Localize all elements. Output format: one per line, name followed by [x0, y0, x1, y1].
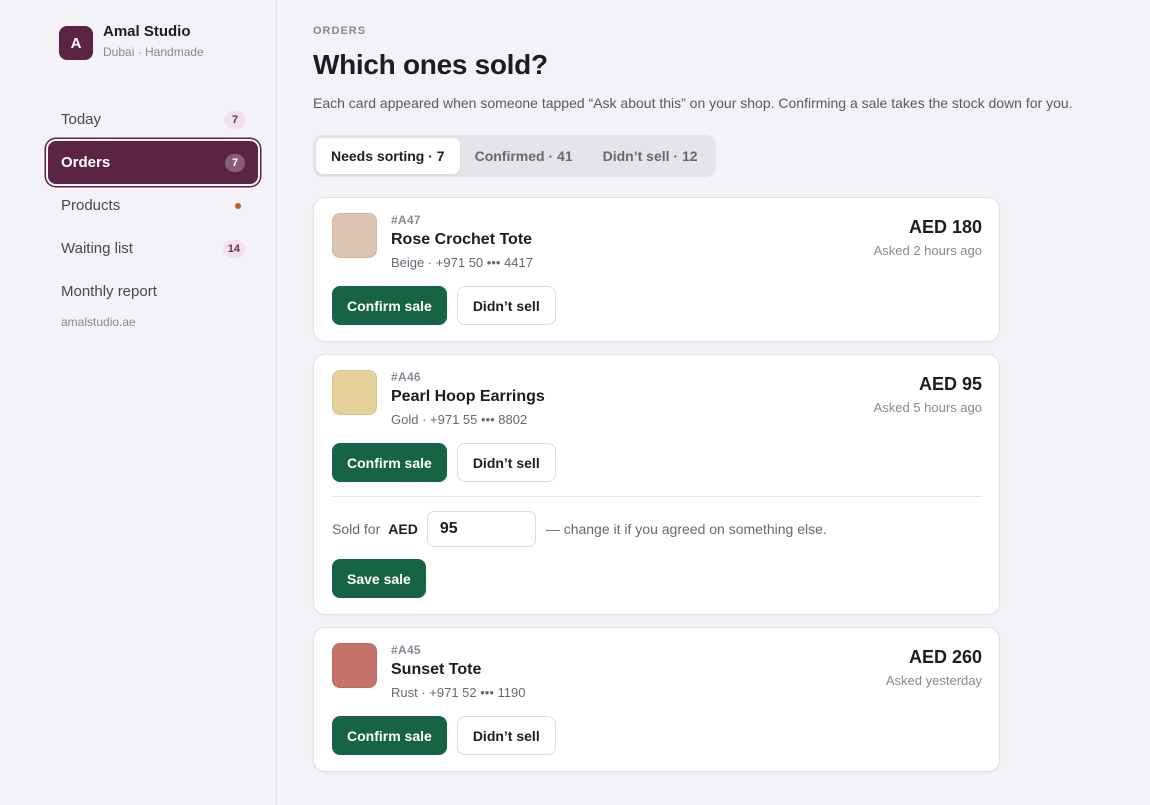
- sidebar-item-monthly-report[interactable]: Monthly report: [48, 270, 258, 313]
- order-price: AED 180: [908, 217, 982, 237]
- order-meta: Gold · +971 55 ••• 8802: [391, 412, 528, 427]
- notification-dot: [235, 202, 241, 209]
- order-list: #A47 Rose Crochet Tote Beige · +971 50 •…: [313, 197, 1000, 772]
- main-content: ORDERS Which ones sold? Each card appear…: [277, 0, 1150, 805]
- sidebar-item-label: Waiting list: [61, 240, 133, 257]
- order-price: AED 260: [908, 647, 982, 667]
- save-sale-button[interactable]: Save sale: [332, 559, 426, 598]
- currency-label: AED: [388, 521, 418, 537]
- product-name: Sunset Tote: [391, 661, 482, 678]
- tab-confirmed[interactable]: Confirmed · 41: [460, 138, 588, 174]
- product-swatch: [332, 370, 377, 415]
- sidebar-item-label: Products: [61, 197, 121, 214]
- tab-needs-sorting[interactable]: Needs sorting · 7: [316, 138, 460, 174]
- didnt-sell-button[interactable]: Didn’t sell: [456, 716, 556, 755]
- sale-price-row: Sold for AED — change it if you agreed o…: [332, 511, 982, 547]
- sidebar-item-waiting-list[interactable]: Waiting list 14: [48, 227, 258, 270]
- asked-time: Asked yesterday: [885, 673, 982, 688]
- order-id: #A45: [391, 643, 421, 657]
- page-intro: Each card appeared when someone tapped “…: [313, 95, 1073, 111]
- asked-time: Asked 5 hours ago: [873, 400, 982, 415]
- sidebar-item-label: Today: [61, 111, 102, 128]
- brand-name: Amal Studio: [103, 23, 191, 40]
- order-id: #A47: [391, 213, 421, 227]
- order-meta: Rust · +971 52 ••• 1190: [391, 685, 526, 700]
- sale-price-input[interactable]: [426, 511, 536, 547]
- page-eyebrow: ORDERS: [313, 25, 367, 37]
- sidebar: A Amal Studio Dubai · Handmade Today 7 O…: [0, 0, 277, 805]
- product-swatch: [332, 213, 377, 258]
- sidebar-item-today[interactable]: Today 7: [48, 98, 258, 141]
- brand: A Amal Studio Dubai · Handmade: [59, 23, 258, 60]
- brand-subtitle: Dubai · Handmade: [103, 45, 204, 59]
- sidebar-item-label: Monthly report: [61, 283, 157, 300]
- confirm-sale-button[interactable]: Confirm sale: [332, 443, 447, 482]
- confirm-sale-button[interactable]: Confirm sale: [332, 286, 447, 325]
- count-badge: 14: [222, 239, 245, 258]
- didnt-sell-button[interactable]: Didn’t sell: [456, 286, 556, 325]
- didnt-sell-button[interactable]: Didn’t sell: [456, 443, 556, 482]
- product-name: Rose Crochet Tote: [391, 231, 533, 248]
- sidebar-item-label: Orders: [61, 154, 111, 171]
- page-title: Which ones sold?: [313, 49, 548, 80]
- tab-didnt-sell[interactable]: Didn’t sell · 12: [588, 138, 713, 174]
- brand-logo: A: [59, 26, 93, 60]
- order-card: #A46 Pearl Hoop Earrings Gold · +971 55 …: [313, 354, 1000, 615]
- status-tabs: Needs sorting · 7 Confirmed · 41 Didn’t …: [313, 135, 716, 177]
- count-badge: 7: [225, 153, 245, 172]
- site-link[interactable]: amalstudio.ae: [48, 315, 258, 329]
- sold-for-label: Sold for: [332, 521, 381, 537]
- order-price: AED 95: [918, 374, 982, 394]
- order-id: #A46: [391, 370, 421, 384]
- product-name: Pearl Hoop Earrings: [391, 388, 545, 405]
- count-badge: 7: [225, 110, 245, 129]
- sidebar-item-products[interactable]: Products: [48, 184, 258, 227]
- divider: [332, 496, 982, 497]
- order-card: #A47 Rose Crochet Tote Beige · +971 50 •…: [313, 197, 1000, 342]
- sale-price-hint: — change it if you agreed on something e…: [545, 521, 827, 537]
- order-card: #A45 Sunset Tote Rust · +971 52 ••• 1190…: [313, 627, 1000, 772]
- sidebar-nav: Today 7 Orders 7 Products Waiting list 1…: [48, 98, 258, 329]
- asked-time: Asked 2 hours ago: [873, 243, 982, 258]
- sidebar-item-orders[interactable]: Orders 7: [48, 141, 258, 184]
- order-meta: Beige · +971 50 ••• 4417: [391, 255, 533, 270]
- confirm-sale-button[interactable]: Confirm sale: [332, 716, 447, 755]
- product-swatch: [332, 643, 377, 688]
